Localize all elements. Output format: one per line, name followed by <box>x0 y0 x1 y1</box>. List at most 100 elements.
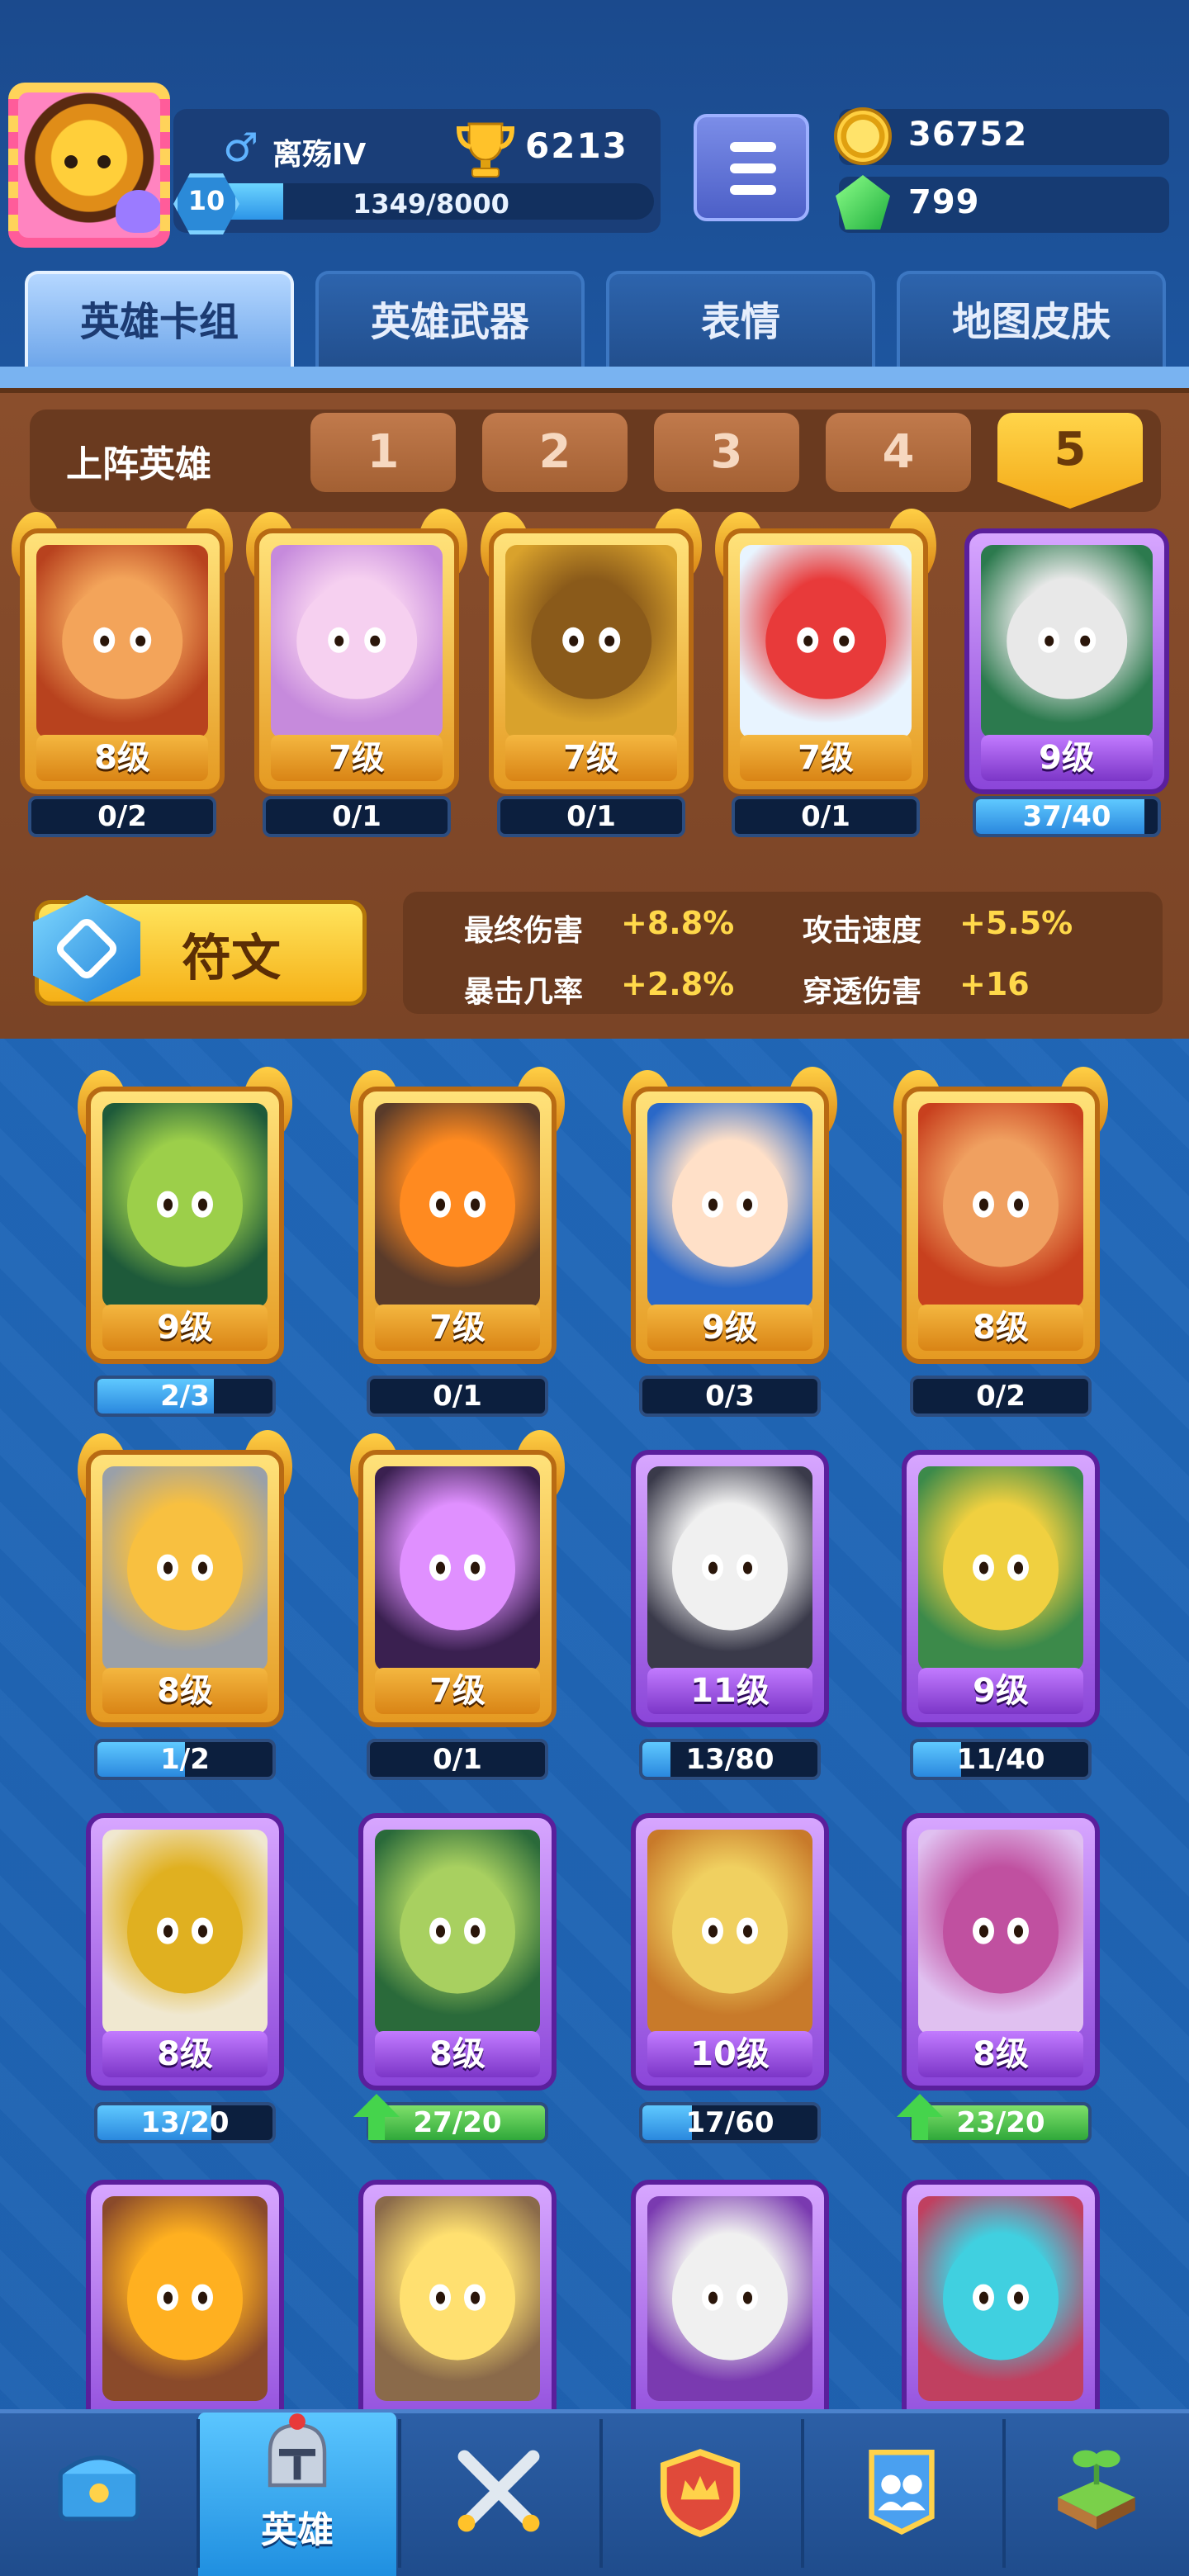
player-name: 离殇IV <box>272 138 367 172</box>
hero-level: 10级 <box>647 2031 812 2077</box>
hero-level: 7级 <box>505 735 677 781</box>
hero-level: 9级 <box>647 1305 812 1351</box>
collection-hero-card-10[interactable]: 8级 27/20 <box>353 1813 557 2148</box>
hero-card-frame: 8级 <box>20 528 225 794</box>
hero-portrait <box>375 1830 540 2034</box>
hero-card-frame: 8级 <box>902 1087 1100 1364</box>
player-level: 10 <box>187 185 225 216</box>
tab-hero-weapons[interactable]: 英雄武器 <box>315 271 585 367</box>
xp-text: 1349/8000 <box>353 188 509 220</box>
nav-label: 英雄 <box>261 2509 334 2551</box>
lineup-hero-card-4[interactable]: 7级 0/1 <box>715 509 936 842</box>
hero-portrait <box>981 545 1153 738</box>
tab-map-skins[interactable]: 地图皮肤 <box>897 271 1166 367</box>
collection-hero-card-3[interactable]: 9级 0/3 <box>623 1067 837 1422</box>
tab-hero-deck[interactable]: 英雄卡组 <box>25 271 294 367</box>
hero-portrait <box>918 1103 1083 1308</box>
collection-hero-card-11[interactable]: 10级 17/60 <box>631 1813 829 2148</box>
team-banner-icon <box>869 2449 935 2536</box>
hero-card-frame: 10级 <box>631 1813 829 2091</box>
lineup-slot-3[interactable]: 3 <box>654 413 799 492</box>
nav-item-2[interactable]: 英雄 <box>198 2413 396 2576</box>
hero-card-count: 0/2 <box>97 800 147 833</box>
hero-level: 7级 <box>375 1668 540 1714</box>
hero-card-count: 11/40 <box>956 1743 1045 1776</box>
lineup-hero-card-5[interactable]: 9级 37/40 <box>964 528 1169 842</box>
lineup-slot-4[interactable]: 4 <box>826 413 971 492</box>
lineup-hero-card-1[interactable]: 8级 0/2 <box>12 509 233 842</box>
hero-card-progress: 13/20 <box>94 2102 276 2143</box>
stat-attack-speed-label: 攻击速度 <box>803 914 922 948</box>
collection-hero-card-9[interactable]: 8级 13/20 <box>86 1813 284 2148</box>
coin-icon <box>834 107 892 165</box>
trophy-icon <box>456 122 515 178</box>
collection-hero-card-5[interactable]: 8级 1/2 <box>78 1430 292 1785</box>
collection-hero-card-6[interactable]: 7级 0/1 <box>350 1430 565 1785</box>
hero-portrait <box>918 2196 1083 2401</box>
collection-hero-card-2[interactable]: 7级 0/1 <box>350 1067 565 1422</box>
hero-card-progress: 17/60 <box>639 2102 821 2143</box>
tab-emotes[interactable]: 表情 <box>606 271 875 367</box>
hero-card-count: 0/2 <box>976 1380 1026 1413</box>
player-avatar[interactable] <box>8 83 170 248</box>
collection-hero-card-8[interactable]: 9级 11/40 <box>902 1450 1100 1785</box>
nav-item-4[interactable] <box>601 2413 799 2576</box>
hero-portrait <box>918 1466 1083 1671</box>
hero-level: 8级 <box>375 2031 540 2077</box>
nav-separator <box>801 2419 804 2568</box>
hero-card-frame: 7级 <box>358 1087 557 1364</box>
hero-card-frame: 7级 <box>723 528 928 794</box>
hero-card-count: 2/3 <box>160 1380 210 1413</box>
hero-card-progress: 0/2 <box>28 796 216 837</box>
hero-card-progress: 27/20 <box>367 2102 548 2143</box>
hero-card-progress: 0/1 <box>732 796 920 837</box>
collection-hero-card-1[interactable]: 9级 2/3 <box>78 1067 292 1422</box>
nav-item-1[interactable] <box>0 2413 198 2576</box>
hero-card-progress: 23/20 <box>910 2102 1092 2143</box>
hero-card-progress: 0/2 <box>910 1376 1092 1417</box>
gem-balance-panel[interactable] <box>839 177 1169 233</box>
hero-card-progress: 0/1 <box>263 796 451 837</box>
lineup-slot-1[interactable]: 1 <box>310 413 456 492</box>
crossed-swords-icon <box>457 2450 540 2532</box>
nav-item-3[interactable] <box>400 2413 598 2576</box>
stat-attack-speed-value: +5.5% <box>959 905 1073 941</box>
hero-card-frame: 8级 <box>902 1813 1100 2091</box>
hero-card-count: 13/20 <box>140 2106 230 2139</box>
hero-card-frame: 9级 <box>964 528 1169 794</box>
stat-final-damage-label: 最终伤害 <box>464 914 584 948</box>
collection-hero-card-4[interactable]: 8级 0/2 <box>893 1067 1108 1422</box>
hero-portrait <box>647 2196 812 2401</box>
hero-card-count: 0/1 <box>332 800 381 833</box>
hero-card-count: 13/80 <box>685 1743 775 1776</box>
hero-level: 8级 <box>918 2031 1083 2077</box>
nav-item-5[interactable] <box>803 2413 1001 2576</box>
hero-portrait <box>918 1830 1083 2034</box>
hero-portrait <box>375 2196 540 2401</box>
hero-level: 9级 <box>918 1668 1083 1714</box>
hero-card-count: 0/1 <box>433 1380 482 1413</box>
hero-card-frame: 11级 <box>631 1450 829 1727</box>
hero-level: 7级 <box>740 735 912 781</box>
hero-portrait <box>740 545 912 738</box>
collection-hero-card-12[interactable]: 8级 23/20 <box>897 1813 1100 2148</box>
nav-item-6[interactable] <box>1004 2413 1189 2576</box>
hero-level: 9级 <box>102 1305 268 1351</box>
hero-card-progress: 37/40 <box>973 796 1161 837</box>
hero-portrait <box>271 545 443 738</box>
gem-count: 799 <box>908 183 980 221</box>
lineup-slot-2[interactable]: 2 <box>482 413 628 492</box>
crown-shield-icon <box>660 2449 741 2538</box>
lineup-hero-card-2[interactable]: 7级 0/1 <box>246 509 467 842</box>
pet-slime-icon <box>116 190 160 233</box>
stat-crit-chance-label: 暴击几率 <box>464 975 584 1009</box>
hero-card-progress: 13/80 <box>639 1739 821 1780</box>
menu-button[interactable] <box>694 114 809 221</box>
lineup-hero-card-3[interactable]: 7级 0/1 <box>481 509 702 842</box>
stat-crit-chance-value: +2.8% <box>621 966 735 1002</box>
hero-level: 8级 <box>918 1305 1083 1351</box>
nav-separator <box>398 2419 401 2568</box>
hero-portrait <box>647 1103 812 1308</box>
hero-card-count: 23/20 <box>956 2106 1045 2139</box>
collection-hero-card-7[interactable]: 11级 13/80 <box>631 1450 829 1785</box>
